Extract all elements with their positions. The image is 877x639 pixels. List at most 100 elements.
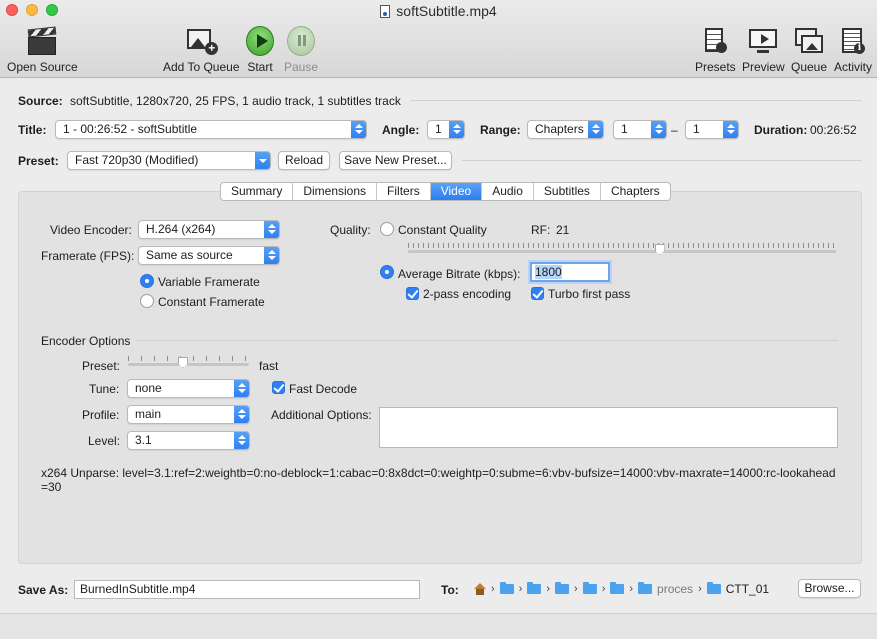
source-label: Source: [18,94,63,108]
queue-button[interactable]: Queue [791,26,827,74]
fast-decode-label: Fast Decode [289,382,358,396]
additional-options-textarea[interactable] [379,407,838,448]
tune-label: Tune: [89,382,120,396]
encoder-options-title: Encoder Options [41,334,131,348]
encoder-preset-value: fast [259,359,279,373]
add-to-queue-button[interactable]: + Add To Queue [163,26,240,74]
tab-video[interactable]: Video [430,183,483,200]
destination-path[interactable]: › › › › › › proces › CTT_01 [474,580,769,598]
status-bar [0,613,877,639]
tab-summary[interactable]: Summary [221,183,294,200]
browse-button[interactable]: Browse... [798,579,861,598]
preset-divider [462,160,862,161]
chevron-updown-icon [234,432,249,449]
constant-framerate-label: Constant Framerate [158,295,265,309]
source-divider [410,100,862,101]
encoder-options-divider [136,340,838,341]
variable-framerate-label: Variable Framerate [158,275,260,289]
path-segment-last: CTT_01 [725,582,770,596]
level-select[interactable]: 3.1 [127,431,250,450]
chevron-right-icon: › [546,583,551,595]
settings-tabs: Summary Dimensions Filters Video Audio S… [220,182,671,201]
folder-icon [610,582,625,594]
save-as-label: Save As: [18,583,69,597]
slider-knob[interactable] [177,357,188,368]
tab-chapters[interactable]: Chapters [601,183,670,200]
preview-button[interactable]: Preview [742,26,785,74]
folder-icon [582,582,597,594]
title-label: Title: [18,123,47,137]
average-bitrate-radio[interactable] [380,265,394,279]
activity-button[interactable]: i Activity [834,26,872,74]
slider-knob[interactable] [654,244,665,255]
chevron-right-icon: › [698,583,702,595]
folder-icon [555,582,570,594]
chevron-updown-icon [234,380,249,397]
destination-label: To: [441,583,459,597]
preset-select[interactable]: Fast 720p30 (Modified) [67,151,271,170]
reload-button[interactable]: Reload [278,151,330,170]
bitrate-input[interactable]: 1800 [530,262,610,282]
chevron-right-icon: › [601,583,606,595]
constant-quality-radio[interactable] [380,222,394,236]
title-select[interactable]: 1 - 00:26:52 - softSubtitle [55,120,367,139]
folder-icon [706,582,721,594]
clapperboard-icon [26,26,58,56]
pause-icon [287,26,316,56]
duration-value: 00:26:52 [810,123,857,137]
chevron-down-icon [255,152,270,169]
open-source-button[interactable]: Open Source [7,26,78,74]
start-icon [246,26,274,56]
tab-subtitles[interactable]: Subtitles [534,183,601,200]
chevron-updown-icon [351,121,366,138]
video-encoder-select[interactable]: H.264 (x264) [138,220,280,239]
start-button[interactable]: Start [246,26,274,74]
queue-icon [793,26,825,56]
save-new-preset-button[interactable]: Save New Preset... [339,151,452,170]
chevron-updown-icon [234,406,249,423]
tab-filters[interactable]: Filters [377,183,431,200]
range-start-select[interactable]: 1 [613,120,667,139]
save-as-filename-input[interactable]: BurnedInSubtitle.mp4 [74,580,420,599]
turbo-first-pass-checkbox[interactable] [531,287,544,300]
path-segment-partial: proces [657,582,694,596]
variable-framerate-radio[interactable] [140,274,154,288]
preview-icon [748,26,778,56]
angle-select[interactable]: 1 [427,120,465,139]
tab-audio[interactable]: Audio [482,183,534,200]
chevron-updown-icon [723,121,738,138]
folder-icon [499,582,514,594]
tune-select[interactable]: none [127,379,250,398]
range-label: Range: [480,123,521,137]
x264-unparse-line1: x264 Unparse: level=3.1:ref=2:weightb=0:… [41,466,836,480]
fast-decode-checkbox[interactable] [272,381,285,394]
framerate-label: Framerate (FPS): [41,249,135,263]
folder-icon [638,582,653,594]
range-dash: – [671,123,678,137]
source-value: softSubtitle, 1280x720, 25 FPS, 1 audio … [70,94,401,108]
framerate-select[interactable]: Same as source [138,246,280,265]
chevron-right-icon: › [574,583,578,595]
constant-quality-label: Constant Quality [398,223,487,237]
chevron-right-icon: › [518,583,523,595]
chevron-updown-icon [449,121,464,138]
constant-framerate-radio[interactable] [140,294,154,308]
chevron-updown-icon [264,221,279,238]
two-pass-checkbox[interactable] [406,287,419,300]
tab-dimensions[interactable]: Dimensions [293,183,378,200]
presets-button[interactable]: Presets [695,26,736,74]
rf-quality-slider[interactable] [408,243,836,257]
chevron-right-icon: › [629,583,634,595]
encoder-preset-label: Preset: [82,359,121,373]
range-end-select[interactable]: 1 [685,120,739,139]
encoder-preset-slider[interactable] [128,356,249,370]
additional-options-label: Additional Options: [271,408,372,422]
chevron-right-icon: › [491,583,495,595]
range-select[interactable]: Chapters [527,120,604,139]
activity-icon: i [840,26,866,56]
add-to-queue-icon: + [185,26,219,56]
angle-label: Angle: [382,123,420,137]
profile-select[interactable]: main [127,405,250,424]
pause-button[interactable]: Pause [284,26,318,74]
average-bitrate-label: Average Bitrate (kbps): [398,267,521,281]
